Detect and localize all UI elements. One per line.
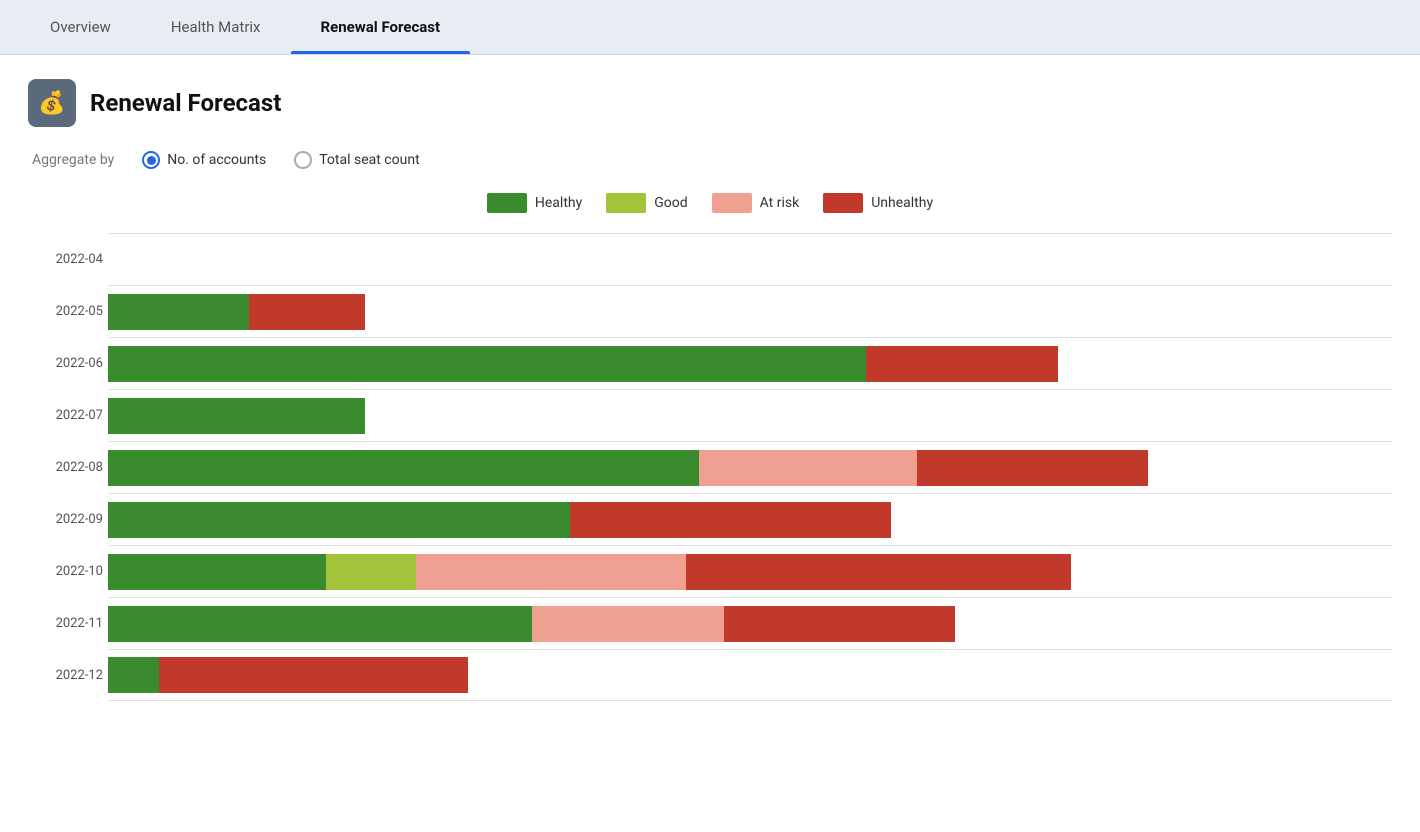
chart-row-2022-07: 2022-07 xyxy=(108,389,1392,441)
row-label-2022-08: 2022-08 xyxy=(28,460,103,475)
bar-segment-good xyxy=(326,554,416,590)
bar-container-2022-06 xyxy=(108,346,1392,382)
legend-healthy: Healthy xyxy=(487,193,582,213)
radio-no-of-accounts[interactable]: No. of accounts xyxy=(142,151,266,169)
page-header: 💰 Renewal Forecast xyxy=(28,79,1392,127)
chart-area: 2022-042022-052022-062022-072022-082022-… xyxy=(28,233,1392,701)
bar-container-2022-10 xyxy=(108,554,1392,590)
bar-segment-unhealthy xyxy=(570,502,891,538)
legend-swatch-at-risk xyxy=(712,193,752,213)
aggregate-by-row: Aggregate by No. of accounts Total seat … xyxy=(28,151,1392,169)
tab-overview[interactable]: Overview xyxy=(20,0,141,54)
bar-segment-unhealthy xyxy=(159,657,467,693)
row-label-2022-10: 2022-10 xyxy=(28,564,103,579)
row-label-2022-12: 2022-12 xyxy=(28,668,103,683)
bar-container-2022-05 xyxy=(108,294,1392,330)
bar-container-2022-04 xyxy=(108,242,1392,278)
chart-row-2022-04: 2022-04 xyxy=(108,233,1392,285)
bar-container-2022-11 xyxy=(108,606,1392,642)
bar-segment-healthy xyxy=(108,554,326,590)
row-label-2022-07: 2022-07 xyxy=(28,408,103,423)
bar-segment-healthy xyxy=(108,606,532,642)
page-content: 💰 Renewal Forecast Aggregate by No. of a… xyxy=(0,55,1420,725)
bar-segment-unhealthy xyxy=(724,606,955,642)
legend-at-risk: At risk xyxy=(712,193,800,213)
chart-row-2022-06: 2022-06 xyxy=(108,337,1392,389)
tab-bar: OverviewHealth MatrixRenewal Forecast xyxy=(0,0,1420,55)
chart-row-2022-12: 2022-12 xyxy=(108,649,1392,701)
bar-segment-at-risk xyxy=(416,554,686,590)
radio-total-seat-count[interactable]: Total seat count xyxy=(294,151,419,169)
page-title: Renewal Forecast xyxy=(90,89,281,117)
legend-label-healthy: Healthy xyxy=(535,195,582,211)
row-label-2022-11: 2022-11 xyxy=(28,616,103,631)
bar-segment-unhealthy xyxy=(917,450,1148,486)
bar-segment-unhealthy xyxy=(249,294,365,330)
legend-swatch-healthy xyxy=(487,193,527,213)
radio-circle-seats xyxy=(294,151,312,169)
legend-swatch-good xyxy=(606,193,646,213)
page-icon: 💰 xyxy=(28,79,76,127)
legend-label-good: Good xyxy=(654,195,687,211)
row-label-2022-09: 2022-09 xyxy=(28,512,103,527)
bar-segment-at-risk xyxy=(532,606,725,642)
bar-container-2022-12 xyxy=(108,657,1392,693)
legend-swatch-unhealthy xyxy=(823,193,863,213)
legend-good: Good xyxy=(606,193,687,213)
legend-unhealthy: Unhealthy xyxy=(823,193,933,213)
chart-row-2022-09: 2022-09 xyxy=(108,493,1392,545)
row-label-2022-04: 2022-04 xyxy=(28,252,103,267)
bar-segment-healthy xyxy=(108,398,365,434)
bar-segment-healthy xyxy=(108,346,866,382)
chart-legend: Healthy Good At risk Unhealthy xyxy=(28,193,1392,213)
tab-renewal-forecast[interactable]: Renewal Forecast xyxy=(291,0,471,54)
row-label-2022-05: 2022-05 xyxy=(28,304,103,319)
bar-segment-healthy xyxy=(108,657,159,693)
legend-label-at-risk: At risk xyxy=(760,195,800,211)
bar-segment-unhealthy xyxy=(686,554,1071,590)
chart-row-2022-08: 2022-08 xyxy=(108,441,1392,493)
chart-row-2022-11: 2022-11 xyxy=(108,597,1392,649)
bar-container-2022-09 xyxy=(108,502,1392,538)
chart-row-2022-10: 2022-10 xyxy=(108,545,1392,597)
row-label-2022-06: 2022-06 xyxy=(28,356,103,371)
bar-segment-healthy xyxy=(108,502,570,538)
chart-row-2022-05: 2022-05 xyxy=(108,285,1392,337)
radio-label-accounts: No. of accounts xyxy=(167,152,266,168)
bar-segment-unhealthy xyxy=(866,346,1059,382)
bar-container-2022-07 xyxy=(108,398,1392,434)
bar-segment-healthy xyxy=(108,450,699,486)
aggregate-label: Aggregate by xyxy=(32,152,114,168)
bar-container-2022-08 xyxy=(108,450,1392,486)
radio-circle-accounts xyxy=(142,151,160,169)
bar-segment-at-risk xyxy=(699,450,917,486)
tab-health-matrix[interactable]: Health Matrix xyxy=(141,0,291,54)
bar-segment-healthy xyxy=(108,294,249,330)
radio-label-seats: Total seat count xyxy=(319,152,419,168)
legend-label-unhealthy: Unhealthy xyxy=(871,195,933,211)
